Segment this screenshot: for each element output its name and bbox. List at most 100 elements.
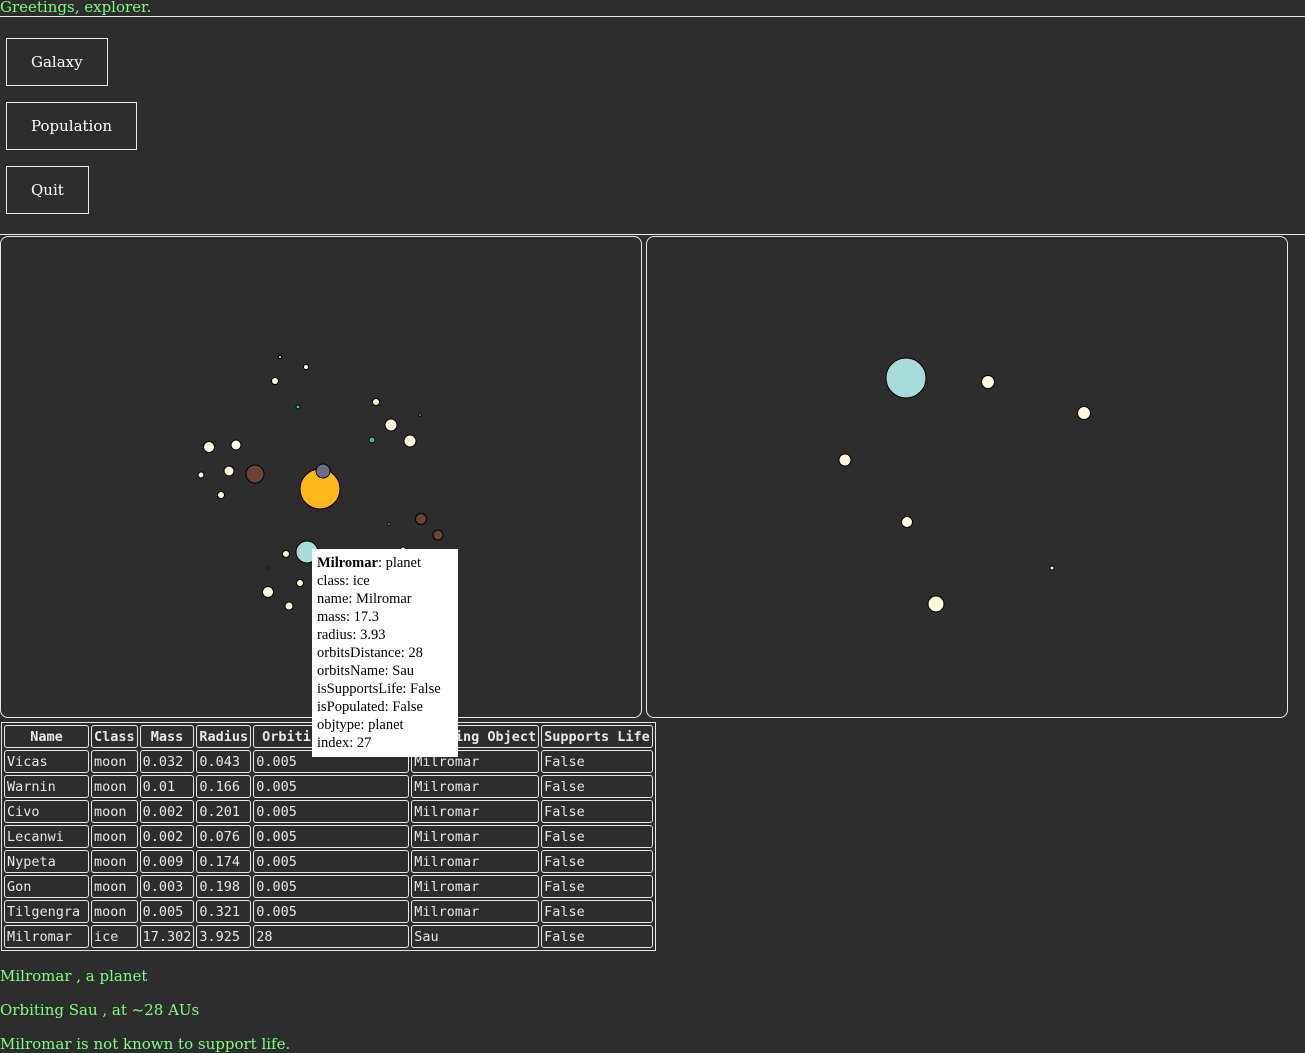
moon-body[interactable] bbox=[223, 465, 235, 477]
moon-body[interactable] bbox=[384, 418, 398, 432]
moon-body[interactable] bbox=[230, 439, 242, 451]
cell-supports-life: False bbox=[541, 825, 653, 848]
cell-orbiting-object: Milromar bbox=[411, 900, 540, 923]
column-header-name[interactable]: Name bbox=[4, 725, 89, 748]
moon-body[interactable] bbox=[262, 586, 274, 598]
moon-body[interactable] bbox=[203, 441, 215, 453]
cell-supports-life: False bbox=[541, 800, 653, 823]
cell-orbiting-object: Milromar bbox=[411, 775, 540, 798]
cell-mass: 0.005 bbox=[139, 900, 195, 923]
cell-orbiting-distance: 0.005 bbox=[253, 875, 410, 898]
cell-supports-life: False bbox=[541, 875, 653, 898]
tooltip-line: radius: 3.93 bbox=[317, 627, 386, 643]
planet-body[interactable] bbox=[415, 513, 427, 525]
menu-panel: Galaxy Population Quit bbox=[0, 16, 1305, 235]
column-header-mass[interactable]: Mass bbox=[139, 725, 195, 748]
cell-mass: 0.002 bbox=[139, 800, 195, 823]
moon-body[interactable] bbox=[372, 398, 380, 406]
column-header-radius[interactable]: Radius bbox=[196, 725, 252, 748]
cell-orbiting-object: Milromar bbox=[411, 800, 540, 823]
cell-mass: 0.01 bbox=[139, 775, 195, 798]
tooltip-line: index: 27 bbox=[317, 735, 372, 751]
table-row[interactable]: Tilgengra moon 0.005 0.321 0.005 Milromar Fals… bbox=[4, 900, 653, 923]
moon-body[interactable] bbox=[927, 595, 945, 613]
moon-body[interactable] bbox=[418, 413, 422, 417]
moon-body[interactable] bbox=[217, 491, 225, 499]
cell-name: Vicas bbox=[4, 750, 89, 773]
cell-mass: 0.002 bbox=[139, 825, 195, 848]
cell-mass: 0.003 bbox=[139, 875, 195, 898]
cell-name: Lecanwi bbox=[4, 825, 89, 848]
cell-class: moon bbox=[91, 900, 138, 923]
cell-class: moon bbox=[91, 750, 138, 773]
moon-body[interactable] bbox=[296, 579, 304, 587]
planet-body[interactable] bbox=[295, 404, 301, 410]
cell-class: moon bbox=[91, 825, 138, 848]
moon-body[interactable] bbox=[981, 375, 995, 389]
cell-supports-life: False bbox=[541, 850, 653, 873]
cell-radius: 0.201 bbox=[196, 800, 252, 823]
table-row[interactable]: Milromar ice 17.302 3.925 28 Sau False bbox=[4, 925, 653, 948]
system-view-panel[interactable] bbox=[646, 236, 1288, 718]
cell-name: Warnin bbox=[4, 775, 89, 798]
cell-name: Tilgengra bbox=[4, 900, 89, 923]
cell-class: moon bbox=[91, 775, 138, 798]
column-header-supports-life[interactable]: Supports Life bbox=[541, 725, 653, 748]
moon-body[interactable] bbox=[901, 516, 913, 528]
moon-body[interactable] bbox=[278, 355, 282, 359]
planet-body[interactable] bbox=[432, 529, 444, 541]
planet-body[interactable] bbox=[315, 463, 331, 479]
planet-body[interactable] bbox=[245, 464, 265, 484]
cell-radius: 0.166 bbox=[196, 775, 252, 798]
tooltip-line: isSupportsLife: False bbox=[317, 681, 441, 697]
moon-body[interactable] bbox=[403, 434, 417, 448]
moon-body[interactable] bbox=[1049, 565, 1055, 571]
planet-milromar-body[interactable] bbox=[885, 357, 927, 399]
tooltip-line: name: Milromar bbox=[317, 591, 412, 607]
table-row[interactable]: Lecanwi moon 0.002 0.076 0.005 Milromar False bbox=[4, 825, 653, 848]
moon-body[interactable] bbox=[284, 601, 294, 611]
tooltip-line: objtype: planet bbox=[317, 717, 404, 733]
moon-body[interactable] bbox=[1077, 406, 1091, 420]
moon-body[interactable] bbox=[282, 550, 290, 558]
table-row[interactable]: Gon moon 0.003 0.198 0.005 Milromar False bbox=[4, 875, 653, 898]
selected-object-summary: Milromar , a planet bbox=[0, 967, 148, 985]
cell-orbiting-object: Milromar bbox=[411, 825, 540, 848]
cell-orbiting-distance: 28 bbox=[253, 925, 410, 948]
greeting-text: Greetings, explorer. bbox=[0, 0, 152, 16]
moon-body[interactable] bbox=[197, 471, 205, 479]
cell-supports-life: False bbox=[541, 750, 653, 773]
moon-body[interactable] bbox=[271, 377, 279, 385]
table-row[interactable]: Civo moon 0.002 0.201 0.005 Milromar False bbox=[4, 800, 653, 823]
cell-class: moon bbox=[91, 800, 138, 823]
cell-radius: 0.198 bbox=[196, 875, 252, 898]
cell-name: Gon bbox=[4, 875, 89, 898]
cell-orbiting-object: Milromar bbox=[411, 850, 540, 873]
cell-orbiting-distance: 0.005 bbox=[253, 850, 410, 873]
cell-radius: 3.925 bbox=[196, 925, 252, 948]
quit-button[interactable]: Quit bbox=[6, 166, 89, 214]
cell-radius: 0.174 bbox=[196, 850, 252, 873]
tooltip-title-name: Milromar bbox=[317, 555, 378, 571]
cell-orbiting-object: Milromar bbox=[411, 875, 540, 898]
object-tooltip: Milromar: planet class: ice name: Milrom… bbox=[312, 549, 458, 757]
system-map[interactable] bbox=[647, 237, 1287, 717]
galaxy-button[interactable]: Galaxy bbox=[6, 38, 108, 86]
moon-body[interactable] bbox=[387, 522, 391, 526]
planet-body[interactable] bbox=[368, 436, 376, 444]
cell-orbiting-distance: 0.005 bbox=[253, 775, 410, 798]
cell-radius: 0.043 bbox=[196, 750, 252, 773]
cell-class: ice bbox=[91, 925, 138, 948]
table-row[interactable]: Nypeta moon 0.009 0.174 0.005 Milromar False bbox=[4, 850, 653, 873]
cell-supports-life: False bbox=[541, 775, 653, 798]
cell-radius: 0.076 bbox=[196, 825, 252, 848]
cell-name: Milromar bbox=[4, 925, 89, 948]
moon-body[interactable] bbox=[303, 364, 309, 370]
moon-body[interactable] bbox=[267, 566, 271, 570]
table-row[interactable]: Warnin moon 0.01 0.166 0.005 Milromar False bbox=[4, 775, 653, 798]
column-header-class[interactable]: Class bbox=[91, 725, 138, 748]
cell-class: moon bbox=[91, 850, 138, 873]
population-button[interactable]: Population bbox=[6, 102, 138, 150]
moon-body[interactable] bbox=[838, 453, 852, 467]
cell-name: Nypeta bbox=[4, 850, 89, 873]
